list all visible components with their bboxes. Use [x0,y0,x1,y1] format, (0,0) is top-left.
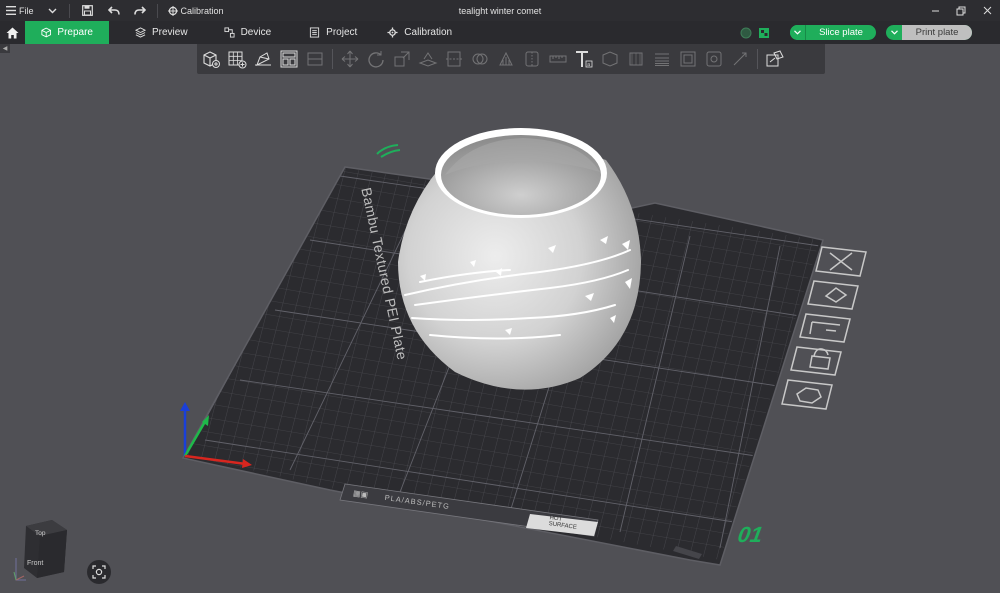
lock-plate-button[interactable] [793,347,837,375]
auto-orient-plate-button[interactable] [810,281,854,309]
delete-plate-button[interactable] [818,247,862,275]
plate-settings-button[interactable] [784,380,828,408]
view-cube[interactable] [12,516,74,588]
plate-number[interactable]: 01 [736,522,765,548]
arrange-plate-button[interactable] [802,314,846,342]
cube-top-label: Top [35,530,46,537]
plate-qr-icon: ▦▣ [352,488,369,500]
focus-icon [92,565,106,579]
cube-front-label: Front [27,560,44,567]
hot-surface-label: HOT SURFACE [548,515,578,531]
vase-model[interactable] [398,128,641,390]
reset-view-button[interactable] [87,560,111,584]
wipe-tower-marker [376,144,401,158]
